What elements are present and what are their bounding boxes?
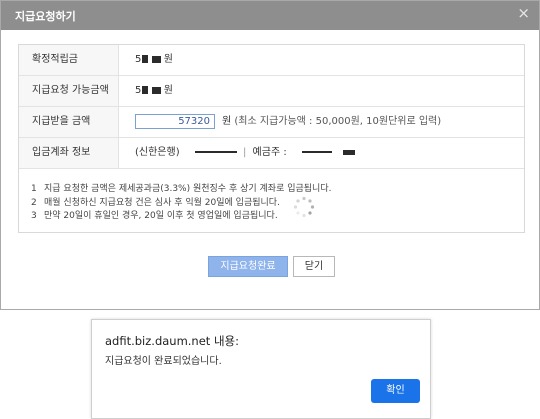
account-info-value: (신한은행) | 예금주 : xyxy=(135,138,356,168)
list-item: 2 매월 신청하신 지급요청 건은 심사 후 익월 20일에 입금됩니다. xyxy=(31,197,280,208)
bank-name: (신한은행) xyxy=(135,147,180,158)
notice-list: 1 지급 요청한 금액은 제세공과금(3.3%) 원천징수 후 상기 계좌로 입금… xyxy=(31,183,331,224)
loading-spinner-icon xyxy=(293,196,315,218)
alert-message: 지급요청이 완료되었습니다. xyxy=(105,356,222,367)
list-item: 1 지급 요청한 금액은 제세공과금(3.3%) 원천징수 후 상기 계좌로 입금… xyxy=(31,184,332,194)
confirmed-amount-value: 5 원 xyxy=(135,54,173,65)
row-label: 확정적립금 xyxy=(19,45,119,75)
row-payout-amount: 지급받을 금액 57320 원 (최소 지급가능액 : 50,000원, 10원… xyxy=(19,107,524,138)
alert-ok-button[interactable]: 확인 xyxy=(371,379,420,403)
redacted-holder xyxy=(301,151,332,153)
payout-request-dialog: 지급요청하기 × 확정적립금 5 원 지급요청 가능금액 5 원 지급받을 금액… xyxy=(0,0,540,310)
redacted-mark xyxy=(151,55,161,63)
alert-origin: adfit.biz.daum.net 내용: xyxy=(105,334,239,348)
row-label: 지급받을 금액 xyxy=(19,107,119,137)
row-confirmed-points: 확정적립금 5 원 xyxy=(19,45,524,76)
dialog-title: 지급요청하기 xyxy=(15,10,76,23)
row-label: 지급요청 가능금액 xyxy=(19,76,119,106)
row-account-info: 입금계좌 정보 (신한은행) | 예금주 : xyxy=(19,138,524,169)
dialog-header: 지급요청하기 × xyxy=(1,1,539,30)
row-available-amount: 지급요청 가능금액 5 원 xyxy=(19,76,524,107)
redacted-holder xyxy=(343,149,356,155)
redacted-mark xyxy=(142,86,149,94)
available-amount-value: 5 원 xyxy=(135,85,173,96)
close-icon[interactable]: × xyxy=(517,6,530,21)
browser-alert-dialog: adfit.biz.daum.net 내용: 지급요청이 완료되었습니다. 확인 xyxy=(91,319,431,419)
account-holder-label: 예금주 : xyxy=(252,147,287,158)
redacted-account xyxy=(194,151,237,153)
list-item: 3 만약 20일이 휴일인 경우, 20일 이후 첫 영업일에 입금됩니다. xyxy=(31,211,278,221)
payout-amount-hint: 원 (최소 지급가능액 : 50,000원, 10원단위로 입력) xyxy=(222,116,442,127)
complete-payout-request-button[interactable]: 지급요청완료 xyxy=(208,256,288,277)
payout-info-panel: 확정적립금 5 원 지급요청 가능금액 5 원 지급받을 금액 57320 원 … xyxy=(18,44,525,233)
row-label: 입금계좌 정보 xyxy=(19,138,119,168)
redacted-mark xyxy=(142,55,149,63)
redacted-mark xyxy=(151,86,161,94)
close-button[interactable]: 닫기 xyxy=(293,256,335,277)
payout-amount-input[interactable]: 57320 xyxy=(135,114,215,129)
